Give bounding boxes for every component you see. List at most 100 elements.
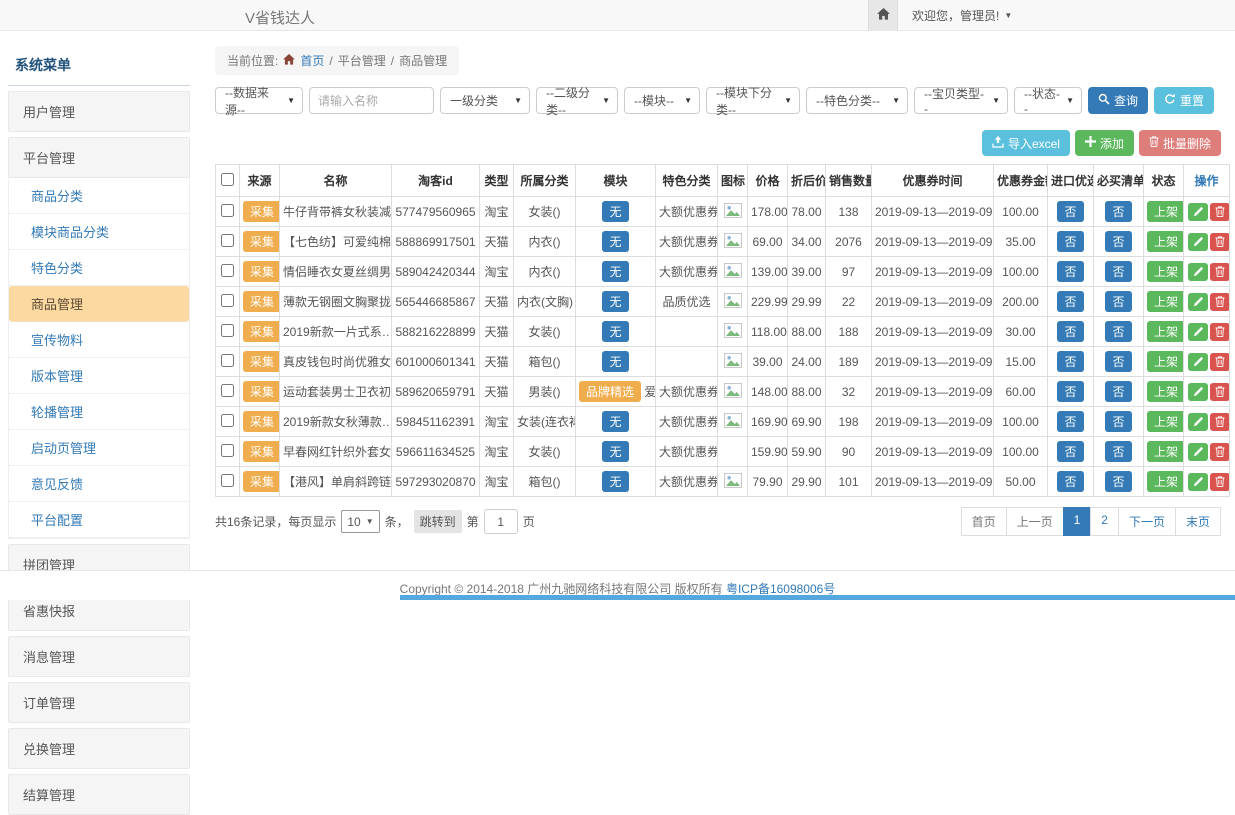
delete-button[interactable] — [1210, 473, 1230, 491]
product-image-icon[interactable] — [724, 233, 742, 251]
delete-button[interactable] — [1210, 443, 1230, 461]
page-number-input[interactable] — [484, 509, 518, 534]
sidebar-sub-item-4[interactable]: 特色分类 — [9, 250, 189, 286]
must-buy-toggle[interactable]: 否 — [1105, 201, 1131, 222]
select-all-checkbox[interactable] — [221, 173, 234, 186]
status-badge[interactable]: 上架 — [1147, 231, 1184, 252]
must-buy-toggle[interactable]: 否 — [1105, 231, 1131, 252]
must-buy-toggle[interactable]: 否 — [1105, 261, 1131, 282]
module-badge[interactable]: 无 — [602, 201, 628, 222]
status-badge[interactable]: 上架 — [1147, 321, 1184, 342]
page-button-2[interactable]: 1 — [1063, 507, 1092, 536]
edit-button[interactable] — [1188, 323, 1208, 341]
page-button-5[interactable]: 末页 — [1175, 507, 1221, 536]
module-badge[interactable]: 无 — [602, 291, 628, 312]
import-select-toggle[interactable]: 否 — [1057, 231, 1083, 252]
edit-button[interactable] — [1188, 383, 1208, 401]
module-badge[interactable]: 无 — [602, 261, 628, 282]
page-button-0[interactable]: 首页 — [961, 507, 1007, 536]
product-image-icon[interactable] — [724, 473, 742, 491]
page-button-1[interactable]: 上一页 — [1006, 507, 1064, 536]
filter-select-5[interactable]: --特色分类--▼ — [806, 87, 908, 114]
filter-select-3[interactable]: --模块--▼ — [624, 87, 700, 114]
edit-button[interactable] — [1188, 473, 1208, 491]
jump-to-button[interactable]: 跳转到 — [414, 510, 462, 533]
product-image-icon[interactable] — [724, 353, 742, 371]
status-badge[interactable]: 上架 — [1147, 201, 1184, 222]
name-search-input[interactable] — [309, 87, 434, 114]
filter-select-6[interactable]: --宝贝类型--▼ — [914, 87, 1008, 114]
row-checkbox[interactable] — [221, 324, 234, 337]
must-buy-toggle[interactable]: 否 — [1105, 411, 1131, 432]
edit-button[interactable] — [1188, 263, 1208, 281]
edit-button[interactable] — [1188, 293, 1208, 311]
import-select-toggle[interactable]: 否 — [1057, 321, 1083, 342]
row-checkbox[interactable] — [221, 204, 234, 217]
sidebar-sub-item-5[interactable]: 商品管理 — [9, 286, 189, 322]
module-badge[interactable]: 无 — [602, 351, 628, 372]
row-checkbox[interactable] — [221, 414, 234, 427]
delete-button[interactable] — [1210, 353, 1230, 371]
delete-button[interactable] — [1210, 293, 1230, 311]
row-checkbox[interactable] — [221, 294, 234, 307]
sidebar-sub-item-9[interactable]: 启动页管理 — [9, 430, 189, 466]
product-image-icon[interactable] — [724, 323, 742, 341]
search-button[interactable]: 查询 — [1088, 87, 1148, 114]
product-image-icon[interactable] — [724, 383, 742, 401]
edit-button[interactable] — [1188, 203, 1208, 221]
must-buy-toggle[interactable]: 否 — [1105, 351, 1131, 372]
status-badge[interactable]: 上架 — [1147, 261, 1184, 282]
import-select-toggle[interactable]: 否 — [1057, 201, 1083, 222]
breadcrumb-home-link[interactable]: 首页 — [300, 52, 324, 69]
filter-select-0[interactable]: --数据来源--▼ — [215, 87, 303, 114]
row-checkbox[interactable] — [221, 444, 234, 457]
module-badge[interactable]: 无 — [602, 231, 628, 252]
delete-button[interactable] — [1210, 323, 1230, 341]
page-button-3[interactable]: 2 — [1090, 507, 1119, 536]
row-checkbox[interactable] — [221, 384, 234, 397]
product-image-icon[interactable] — [724, 203, 742, 221]
sidebar-group-0[interactable]: 用户管理 — [8, 91, 190, 132]
filter-select-4[interactable]: --模块下分类--▼ — [706, 87, 800, 114]
filter-select-7[interactable]: --状态--▼ — [1014, 87, 1082, 114]
sidebar-group-1[interactable]: 平台管理 — [8, 137, 190, 178]
status-badge[interactable]: 上架 — [1147, 381, 1184, 402]
status-badge[interactable]: 上架 — [1147, 291, 1184, 312]
page-button-4[interactable]: 下一页 — [1118, 507, 1176, 536]
sidebar-sub-item-6[interactable]: 宣传物料 — [9, 322, 189, 358]
module-badge[interactable]: 无 — [602, 441, 628, 462]
sidebar-sub-item-10[interactable]: 意见反馈 — [9, 466, 189, 502]
sidebar-sub-item-8[interactable]: 轮播管理 — [9, 394, 189, 430]
status-badge[interactable]: 上架 — [1147, 351, 1184, 372]
import-select-toggle[interactable]: 否 — [1057, 291, 1083, 312]
product-image-icon[interactable] — [724, 263, 742, 281]
edit-button[interactable] — [1188, 413, 1208, 431]
sidebar-group-17[interactable]: 结算管理 — [8, 774, 190, 815]
module-badge[interactable]: 无 — [602, 321, 628, 342]
home-button[interactable] — [868, 0, 898, 30]
module-badge[interactable]: 无 — [602, 471, 628, 492]
status-badge[interactable]: 上架 — [1147, 411, 1184, 432]
import-excel-button[interactable]: 导入excel — [982, 130, 1070, 156]
user-menu[interactable]: 欢迎您，管理员! ▼ — [898, 0, 1012, 30]
sidebar-sub-item-11[interactable]: 平台配置 — [9, 502, 189, 538]
must-buy-toggle[interactable]: 否 — [1105, 291, 1131, 312]
delete-button[interactable] — [1210, 383, 1230, 401]
import-select-toggle[interactable]: 否 — [1057, 351, 1083, 372]
delete-button[interactable] — [1210, 233, 1230, 251]
delete-button[interactable] — [1210, 263, 1230, 281]
sidebar-sub-item-3[interactable]: 模块商品分类 — [9, 214, 189, 250]
import-select-toggle[interactable]: 否 — [1057, 381, 1083, 402]
import-select-toggle[interactable]: 否 — [1057, 261, 1083, 282]
row-checkbox[interactable] — [221, 264, 234, 277]
delete-button[interactable] — [1210, 413, 1230, 431]
filter-select-1[interactable]: 一级分类▼ — [440, 87, 530, 114]
import-select-toggle[interactable]: 否 — [1057, 471, 1083, 492]
import-select-toggle[interactable]: 否 — [1057, 441, 1083, 462]
reset-button[interactable]: 重置 — [1154, 87, 1214, 114]
row-checkbox[interactable] — [221, 234, 234, 247]
status-badge[interactable]: 上架 — [1147, 471, 1184, 492]
icp-link[interactable]: 粤ICP备16098006号 — [726, 582, 835, 596]
must-buy-toggle[interactable]: 否 — [1105, 471, 1131, 492]
edit-button[interactable] — [1188, 233, 1208, 251]
